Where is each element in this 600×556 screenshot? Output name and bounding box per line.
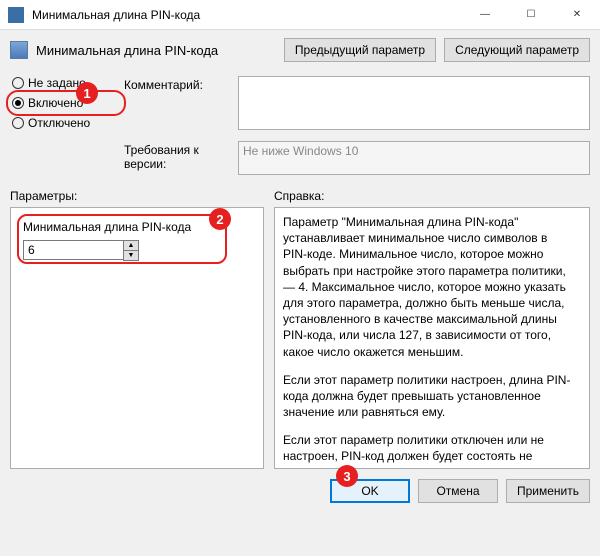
radio-icon [12, 77, 24, 89]
help-paragraph: Если этот параметр политики настроен, дл… [283, 372, 571, 421]
param-input[interactable] [23, 240, 123, 260]
page-title: Минимальная длина PIN-кода [36, 43, 276, 58]
help-paragraph: Если этот параметр политики отключен или… [283, 432, 571, 469]
window-title: Минимальная длина PIN-кода [32, 8, 462, 22]
ok-button[interactable]: OK [330, 479, 410, 503]
radio-icon [12, 97, 24, 109]
requirements-text: Не ниже Windows 10 [243, 144, 358, 158]
policy-icon [10, 41, 28, 59]
radio-label: Отключено [28, 116, 90, 130]
radio-not-configured[interactable]: Не задано [12, 76, 120, 90]
spinner-down-icon[interactable]: ▼ [123, 250, 139, 261]
help-panel[interactable]: Параметр "Минимальная длина PIN-кода" ус… [274, 207, 590, 469]
radio-icon [12, 117, 24, 129]
titlebar: Минимальная длина PIN-кода — ☐ ✕ [0, 0, 600, 30]
comment-label: Комментарий: [124, 76, 234, 92]
apply-button[interactable]: Применить [506, 479, 590, 503]
cancel-button[interactable]: Отмена [418, 479, 498, 503]
param-label: Минимальная длина PIN-кода [23, 220, 251, 234]
radio-disabled[interactable]: Отключено [12, 116, 120, 130]
close-button[interactable]: ✕ [554, 0, 600, 30]
app-icon [8, 7, 24, 23]
parameters-panel: 2 Минимальная длина PIN-кода ▲ ▼ [10, 207, 264, 469]
help-paragraph: Параметр "Минимальная длина PIN-кода" ус… [283, 214, 571, 360]
next-param-button[interactable]: Следующий параметр [444, 38, 590, 62]
radio-label: Включено [28, 96, 83, 110]
requirements-box: Не ниже Windows 10 [238, 141, 590, 175]
prev-param-button[interactable]: Предыдущий параметр [284, 38, 436, 62]
maximize-button[interactable]: ☐ [508, 0, 554, 30]
comment-textarea[interactable] [238, 76, 590, 130]
parameters-label: Параметры: [10, 189, 264, 203]
minimize-button[interactable]: — [462, 0, 508, 30]
radio-label: Не задано [28, 76, 86, 90]
help-label: Справка: [274, 189, 590, 203]
requirements-label: Требования к версии: [124, 141, 234, 171]
radio-enabled[interactable]: Включено 1 [12, 96, 120, 110]
param-spinner[interactable]: ▲ ▼ [23, 240, 251, 261]
spinner-up-icon[interactable]: ▲ [123, 240, 139, 250]
